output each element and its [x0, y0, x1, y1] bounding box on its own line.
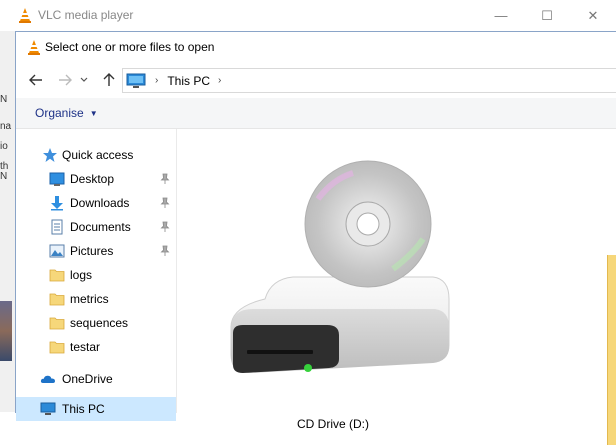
folder-icon[interactable]: [607, 255, 616, 445]
folder-icon: [49, 293, 65, 306]
maximize-button[interactable]: ☐: [524, 0, 570, 31]
organise-menu-button[interactable]: Organise ▼: [35, 106, 98, 120]
nav-label: OneDrive: [62, 372, 113, 386]
dialog-title: Select one or more files to open: [45, 40, 215, 54]
nav-item-pictures[interactable]: Pictures: [16, 239, 176, 263]
nav-item-sequences[interactable]: sequences: [16, 311, 176, 335]
maximize-icon: ☐: [541, 7, 553, 23]
breadcrumb-this-pc[interactable]: This PC: [167, 74, 210, 88]
star-icon: [43, 148, 57, 162]
nav-onedrive[interactable]: OneDrive: [16, 367, 176, 391]
nav-item-downloads[interactable]: Downloads: [16, 191, 176, 215]
this-pc-icon: [126, 73, 146, 88]
pictures-icon: [49, 244, 65, 258]
file-list-view: CD Drive (D:): [177, 129, 616, 445]
address-bar[interactable]: › This PC ›: [122, 68, 616, 93]
open-file-dialog: Select one or more files to open › This …: [15, 31, 616, 445]
documents-icon: [51, 219, 63, 235]
nav-item-metrics[interactable]: metrics: [16, 287, 176, 311]
file-item-cd-drive[interactable]: [213, 159, 453, 429]
folder-icon: [49, 269, 65, 282]
vlc-cone-icon: [19, 8, 31, 23]
breadcrumb-separator-icon[interactable]: ›: [155, 75, 158, 86]
close-button[interactable]: ✕: [570, 0, 616, 31]
navigation-bar: › This PC ›: [16, 65, 616, 95]
breadcrumb-separator-icon[interactable]: ›: [218, 75, 221, 86]
nav-item-testar[interactable]: testar: [16, 335, 176, 359]
nav-label: Pictures: [70, 244, 114, 258]
pin-icon[interactable]: [159, 197, 171, 209]
minimize-icon: —: [494, 8, 508, 23]
folder-icon: [49, 341, 65, 354]
vlc-bg-text: io: [0, 141, 8, 152]
nav-quick-access[interactable]: Quick access: [16, 143, 176, 167]
forward-button[interactable]: [54, 69, 76, 91]
vlc-titlebar[interactable]: VLC media player — ☐ ✕: [0, 0, 616, 31]
vlc-bg-text: N: [0, 94, 8, 105]
nav-label: logs: [70, 268, 93, 282]
desktop-icon: [49, 172, 65, 186]
this-pc-icon: [40, 402, 56, 415]
nav-item-logs[interactable]: logs: [16, 263, 176, 287]
nav-item-documents[interactable]: Documents: [16, 215, 176, 239]
vlc-background-content: N na io th N: [0, 31, 15, 412]
nav-label: Documents: [70, 220, 131, 234]
vlc-window-title: VLC media player: [38, 8, 134, 22]
nav-label: Quick access: [62, 148, 134, 162]
nav-item-desktop[interactable]: Desktop: [16, 167, 176, 191]
back-arrow-icon: [29, 74, 42, 86]
nav-label: sequences: [70, 316, 129, 330]
recent-locations-button[interactable]: [78, 69, 90, 91]
nav-label: Desktop: [70, 172, 115, 186]
vlc-cone-icon: [28, 40, 40, 55]
nav-label: This PC: [62, 402, 105, 416]
close-icon: ✕: [587, 7, 599, 23]
back-button[interactable]: [25, 69, 47, 91]
download-icon: [51, 196, 63, 211]
command-toolbar: Organise ▼: [16, 98, 616, 129]
nav-label: metrics: [70, 292, 109, 306]
pin-icon[interactable]: [159, 221, 171, 233]
up-button[interactable]: [98, 69, 120, 91]
pin-icon[interactable]: [159, 245, 171, 257]
up-arrow-icon: [103, 73, 115, 86]
chevron-down-icon: [80, 77, 88, 82]
cloud-icon: [40, 375, 55, 383]
vlc-bg-thumbnail: [0, 301, 12, 361]
nav-label: testar: [70, 340, 101, 354]
cd-drive-icon: [230, 160, 450, 373]
pin-icon[interactable]: [159, 173, 171, 185]
forward-arrow-icon: [59, 74, 72, 86]
vlc-bg-text: na: [0, 121, 12, 132]
vlc-bg-text: N: [0, 171, 8, 182]
nav-this-pc[interactable]: This PC: [16, 397, 176, 421]
organise-label: Organise: [35, 106, 84, 120]
navigation-pane: Quick access Desktop Downloads Documents…: [16, 129, 177, 421]
file-item-label[interactable]: CD Drive (D:): [297, 417, 369, 431]
minimize-button[interactable]: —: [478, 0, 524, 31]
nav-label: Downloads: [70, 196, 130, 210]
folder-icon: [49, 317, 65, 330]
caret-down-icon: ▼: [89, 108, 98, 118]
dialog-titlebar[interactable]: Select one or more files to open: [16, 32, 616, 63]
